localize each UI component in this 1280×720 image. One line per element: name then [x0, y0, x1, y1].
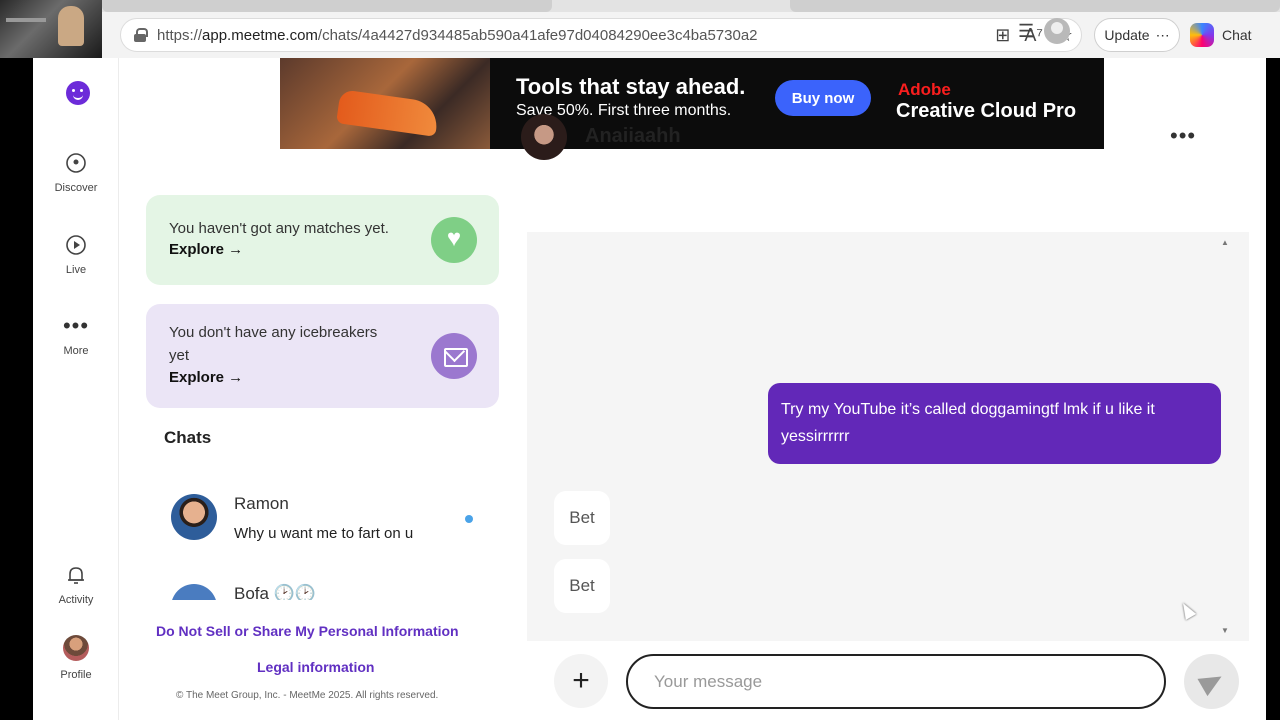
bell-icon — [68, 567, 84, 584]
tab-strip — [102, 0, 1280, 12]
scroll-down-icon[interactable]: ▼ — [1221, 626, 1229, 635]
copilot-chat-button[interactable]: Chat — [1190, 18, 1276, 52]
favorites-icon[interactable]: ☰ — [1018, 21, 1034, 42]
icebreakers-card: You don't have any icebreakers yet Explo… — [146, 304, 499, 408]
ad-brand: Adobe — [898, 80, 951, 99]
play-icon — [66, 235, 86, 255]
icebreakers-text-line2: yet — [169, 347, 190, 364]
chat-name: Bofa 🕑🕑 — [234, 584, 317, 600]
update-label: Update — [1104, 27, 1150, 43]
ad-image — [280, 58, 490, 149]
copilot-icon — [1190, 23, 1214, 47]
list-item[interactable]: Ramon Why u want me to fart on u — [171, 494, 491, 554]
copyright-text: © The Meet Group, Inc. - MeetMe 2025. Al… — [176, 690, 439, 701]
more-icon: ⋯ — [1155, 26, 1170, 43]
heart-icon[interactable] — [431, 217, 477, 263]
chat-preview: Why u want me to fart on u — [234, 525, 414, 542]
nav-live-label: Live — [65, 264, 87, 276]
nav-activity-label: Activity — [58, 594, 94, 606]
browser-profile-icon[interactable] — [1044, 18, 1071, 44]
unread-indicator — [465, 515, 473, 523]
right-letterbox — [1266, 58, 1280, 720]
legal-link[interactable]: Legal information — [257, 659, 374, 675]
nav-discover-label: Discover — [54, 182, 98, 194]
lock-icon[interactable] — [133, 28, 148, 42]
nav-discover[interactable]: Discover — [33, 152, 119, 194]
list-item[interactable]: Bofa 🕑🕑 — [171, 584, 491, 600]
nav-profile-label: Profile — [60, 669, 92, 681]
update-button[interactable]: Update ⋯ — [1094, 18, 1180, 52]
url-path: /chats/4a4427d934485ab590a41afe97d040842… — [317, 26, 758, 44]
chat-name: Ramon — [234, 494, 289, 513]
ad-product: Creative Cloud Pro — [896, 100, 1077, 122]
copilot-label: Chat — [1222, 27, 1252, 43]
nav-activity[interactable]: Activity — [33, 564, 119, 606]
ad-buy-now-button[interactable]: Buy now — [775, 80, 871, 116]
avatar[interactable] — [521, 114, 567, 160]
url-scheme: https:// — [157, 26, 203, 44]
location-pin-icon — [66, 153, 86, 173]
matches-explore-link[interactable]: Explore → — [169, 241, 243, 258]
browser-tab[interactable] — [790, 0, 1280, 12]
left-letterbox — [0, 58, 33, 720]
conversation-name[interactable]: Anaiiaahh — [585, 125, 681, 148]
matches-text: You haven't got any matches yet. — [169, 220, 389, 237]
browser-chrome: https://app.meetme.com/chats/4a4427d9344… — [0, 0, 1280, 58]
avatar — [171, 584, 217, 600]
envelope-icon[interactable] — [431, 333, 477, 379]
message-input[interactable] — [626, 654, 1166, 709]
add-attachment-button[interactable]: + — [554, 654, 608, 708]
url-host: app.meetme.com — [202, 26, 318, 44]
chats-heading: Chats — [164, 428, 212, 447]
send-icon[interactable] — [1184, 654, 1239, 709]
nav-more-label: More — [63, 345, 89, 357]
sidebar-nav: Discover Live ••• More Activity Profile — [33, 58, 119, 720]
privacy-link[interactable]: Do Not Sell or Share My Personal Informa… — [156, 623, 459, 639]
avatar — [171, 494, 217, 540]
ad-banner[interactable]: Tools that stay ahead. Save 50%. First t… — [280, 58, 1104, 149]
ad-title: Tools that stay ahead. — [516, 74, 746, 99]
message-bubble-outgoing: Try my YouTube it’s called doggamingtf l… — [768, 383, 1221, 464]
more-dots-icon: ••• — [62, 313, 90, 338]
address-bar[interactable]: https://app.meetme.com/chats/4a4427d9344… — [120, 18, 1082, 52]
scroll-up-icon[interactable]: ▲ — [1221, 238, 1229, 247]
browser-tab[interactable] — [102, 0, 552, 12]
nav-profile[interactable]: Profile — [33, 635, 119, 681]
message-bubble-incoming: Bet — [554, 491, 610, 545]
webcam-overlay — [0, 0, 102, 58]
chat-list: Ramon Why u want me to fart on u Bofa 🕑🕑 — [146, 478, 499, 600]
nav-live[interactable]: Live — [33, 234, 119, 276]
meetme-logo-icon[interactable] — [66, 81, 90, 105]
more-options-icon[interactable]: ••• — [1170, 123, 1196, 149]
apps-icon[interactable]: ⊞ — [995, 25, 1010, 46]
url-text[interactable]: https://app.meetme.com/chats/4a4427d9344… — [157, 27, 758, 44]
nav-more[interactable]: ••• More — [33, 313, 119, 358]
icebreakers-explore-link[interactable]: Explore → — [169, 369, 243, 386]
matches-card: You haven't got any matches yet. Explore… — [146, 195, 499, 285]
avatar — [63, 635, 89, 661]
message-bubble-incoming: Bet — [554, 559, 610, 613]
icebreakers-text-line1: You don't have any icebreakers — [169, 324, 378, 341]
